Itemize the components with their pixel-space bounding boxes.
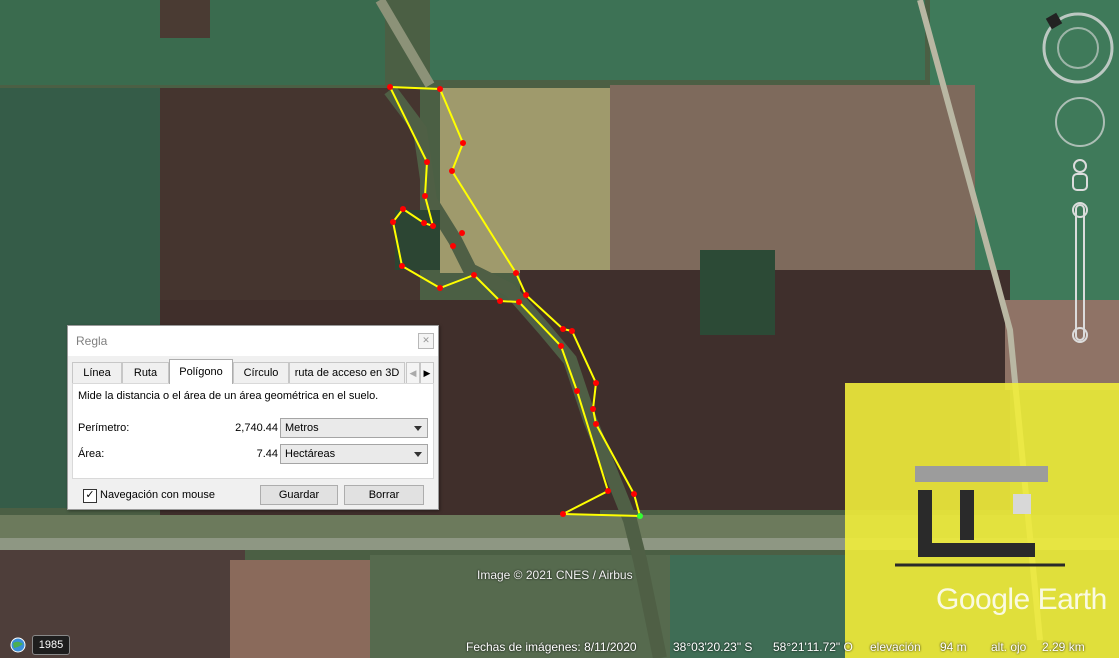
area-unit-value: Hectáreas <box>285 448 336 460</box>
mouse-navigation-label: Navegación con mouse <box>100 489 215 501</box>
area-value: 7.44 <box>256 448 278 460</box>
chevron-down-icon <box>414 452 422 457</box>
perimeter-value: 2,740.44 <box>235 422 278 434</box>
eye-altitude-label: alt. ojo <box>991 640 1027 654</box>
perimeter-unit-value: Metros <box>285 422 319 434</box>
perimeter-label: Perímetro: <box>78 422 130 434</box>
area-label: Área: <box>78 448 105 460</box>
clear-button[interactable]: Borrar <box>344 485 424 505</box>
google-earth-watermark: Google Earth <box>936 583 1107 616</box>
tab-scroll-left-icon[interactable]: ◀ <box>406 362 420 384</box>
chevron-down-icon <box>414 426 422 431</box>
historical-imagery-year[interactable]: 1985 <box>32 635 70 655</box>
tab-linea[interactable]: Línea <box>72 362 122 383</box>
polygon-panel: Mide la distancia o el área de un área g… <box>72 383 434 479</box>
elevation-label: elevación <box>870 640 921 654</box>
tab-poligono[interactable]: Polígono <box>169 359 233 384</box>
imagery-credit: Image © 2021 CNES / Airbus <box>477 568 633 582</box>
latitude: 38°03'20.23" S <box>673 640 753 654</box>
longitude: 58°21'11.72" O <box>773 640 853 654</box>
close-icon[interactable]: ✕ <box>418 333 434 349</box>
dialog-titlebar[interactable]: Regla ✕ <box>68 326 438 356</box>
tab-scroll-right-icon[interactable]: ▶ <box>420 362 434 384</box>
tab-ruta-3d[interactable]: ruta de acceso en 3D <box>289 362 405 383</box>
ruler-dialog: Regla ✕ Línea Ruta Polígono Círculo ruta… <box>67 325 439 510</box>
elevation-value: 94 m <box>940 640 967 654</box>
mouse-navigation-checkbox[interactable]: ✓ <box>83 489 97 503</box>
area-unit-select[interactable]: Hectáreas <box>280 444 428 464</box>
tab-bar: Línea Ruta Polígono Círculo ruta de acce… <box>72 359 438 384</box>
globe-icon[interactable] <box>10 637 26 653</box>
dialog-title: Regla <box>76 334 108 348</box>
panel-description: Mide la distancia o el área de un área g… <box>78 390 379 402</box>
imagery-date: Fechas de imágenes: 8/11/2020 <box>466 640 637 654</box>
tab-ruta[interactable]: Ruta <box>122 362 169 383</box>
tab-circulo[interactable]: Círculo <box>233 362 289 383</box>
eye-altitude-value: 2.29 km <box>1042 640 1085 654</box>
perimeter-unit-select[interactable]: Metros <box>280 418 428 438</box>
save-button[interactable]: Guardar <box>260 485 338 505</box>
